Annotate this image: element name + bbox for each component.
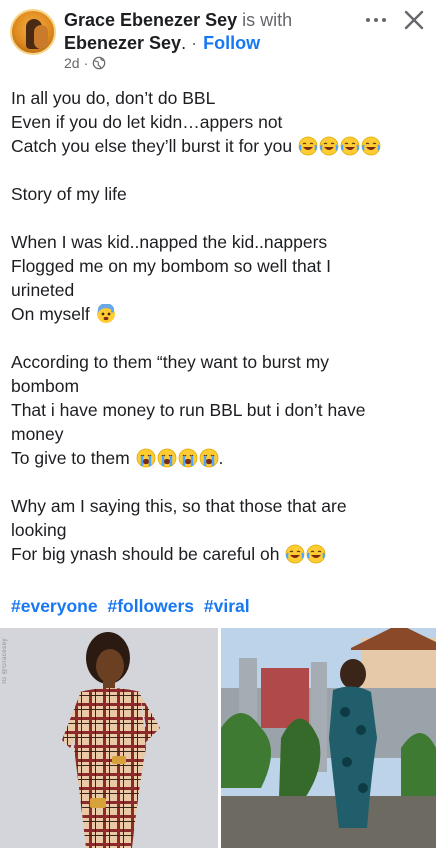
post-line: For big ynash should be careful oh — [11, 542, 429, 566]
hashtag-link[interactable]: #everyone — [11, 596, 98, 616]
close-icon[interactable] — [400, 6, 428, 34]
tag-period: . — [181, 33, 187, 53]
face-with-tears-of-joy-icon — [298, 136, 318, 156]
face-with-tears-of-joy-icon — [340, 136, 360, 156]
post-header: Grace Ebenezer Sey is with Ebenezer Sey.… — [0, 0, 436, 80]
follow-separator: · — [191, 33, 198, 53]
loudly-crying-face-icon — [199, 448, 218, 468]
woman-in-plaid-dress-photo[interactable]: IG @Gracesey — [0, 628, 218, 848]
more-dots-icon[interactable] — [363, 12, 389, 28]
post-line: According to them “they want to burst my — [11, 352, 330, 372]
face-with-tears-of-joy-icon — [361, 136, 381, 156]
garden-scene-illustration — [221, 628, 436, 848]
face-with-tears-of-joy-icon — [319, 136, 339, 156]
post-line: On myself — [11, 302, 429, 326]
hashtag-link[interactable]: #viral — [204, 596, 250, 616]
post-line: Story of my life — [11, 184, 127, 204]
loudly-crying-face-icon — [178, 448, 197, 468]
post-line: Flogged me on my bombom so well that I — [11, 256, 332, 276]
avatar-figure-accent — [34, 25, 48, 49]
with-text: is with — [242, 10, 293, 30]
plaid-dress-illustration — [0, 628, 218, 848]
post-body: In all you do, don’t do BBL Even if you … — [11, 86, 429, 566]
post-line: urineted — [11, 280, 75, 300]
meta-separator: · — [83, 55, 89, 71]
tagged-name[interactable]: Ebenezer Sey — [64, 33, 181, 53]
hashtags: #everyone #followers #viral — [11, 596, 255, 617]
author-name[interactable]: Grace Ebenezer Sey — [64, 10, 237, 30]
globe-icon — [92, 56, 106, 70]
woman-in-garden-photo[interactable] — [221, 628, 436, 848]
post-line: looking — [11, 520, 67, 540]
post-line: money — [11, 424, 64, 444]
post-line: bombom — [11, 376, 80, 396]
post-line: Even if you do let kidn…appers not — [11, 112, 283, 132]
post-line: To give to them . — [11, 448, 224, 468]
loudly-crying-face-icon — [136, 448, 155, 468]
photo-watermark: IG @Gracesey — [2, 638, 8, 684]
post-line: When I was kid..napped the kid..nappers — [11, 232, 328, 252]
post-line: That i have money to run BBL but i don’t… — [11, 400, 366, 420]
author-avatar[interactable] — [10, 9, 56, 55]
face-with-tears-of-joy-icon — [306, 544, 326, 564]
tagged-line: Ebenezer Sey. · Follow — [64, 32, 260, 54]
post-meta: 2d · — [64, 55, 106, 71]
photo-grid: IG @Gracesey — [0, 628, 436, 848]
post-line: Why am I saying this, so that those that… — [11, 496, 347, 516]
face-with-tears-of-joy-icon — [285, 544, 305, 564]
post-line: Catch you else they’ll burst it for you — [11, 134, 429, 158]
author-line: Grace Ebenezer Sey is with — [64, 9, 292, 31]
anxious-face-with-sweat-icon — [96, 304, 115, 323]
hashtag-link[interactable]: #followers — [107, 596, 194, 616]
loudly-crying-face-icon — [157, 448, 176, 468]
post-time[interactable]: 2d — [64, 55, 80, 71]
post-line: In all you do, don’t do BBL — [11, 88, 216, 108]
follow-button[interactable]: Follow — [203, 33, 260, 53]
